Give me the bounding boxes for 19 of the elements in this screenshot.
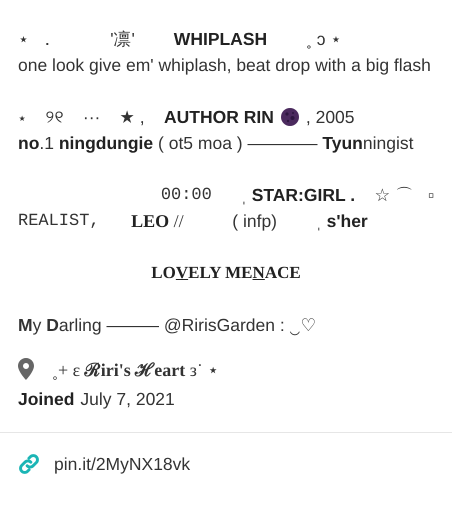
bio-text: 00:00 — [160, 186, 212, 204]
bio-text: REALIST, — [18, 212, 100, 230]
link-icon — [18, 453, 40, 475]
planet-icon — [280, 107, 300, 127]
bio-text: ˌ STAR:GIRL . ☆ ⌒ ▫ — [240, 184, 434, 207]
heading-text: LOVELY MENACE — [150, 262, 302, 284]
bio-text: My Darling ——— @RirisGarden : ‿♡ — [18, 314, 318, 338]
joined-label: Joined — [18, 388, 74, 410]
bio-text: ⋆ ． '凛' WHIPLASH ˳ ↄ ⋆ — [18, 28, 342, 51]
bio-text: ⋆ ୨୧ ··· ★ , AUTHOR RIN — [18, 106, 274, 128]
bio-text: no.1 ningdungie ( ot5 moa ) ———— Tyunningist — [18, 132, 414, 154]
location-text: ˳+ ɛ ℛiri's ℋeart з˙ ⋆ — [52, 359, 218, 381]
joined-date: July 7, 2021 — [80, 388, 175, 410]
bio-text: one look give em' whiplash, beat drop with a big flash — [18, 54, 431, 76]
bio-text: , 2005 — [306, 106, 355, 128]
location-pin-icon — [18, 358, 34, 380]
bio-text: LEO // — [130, 210, 184, 232]
bio-text: ( infp) ˌ s'her — [231, 210, 368, 232]
profile-link[interactable]: pin.it/2MyNX18vk — [54, 454, 190, 474]
